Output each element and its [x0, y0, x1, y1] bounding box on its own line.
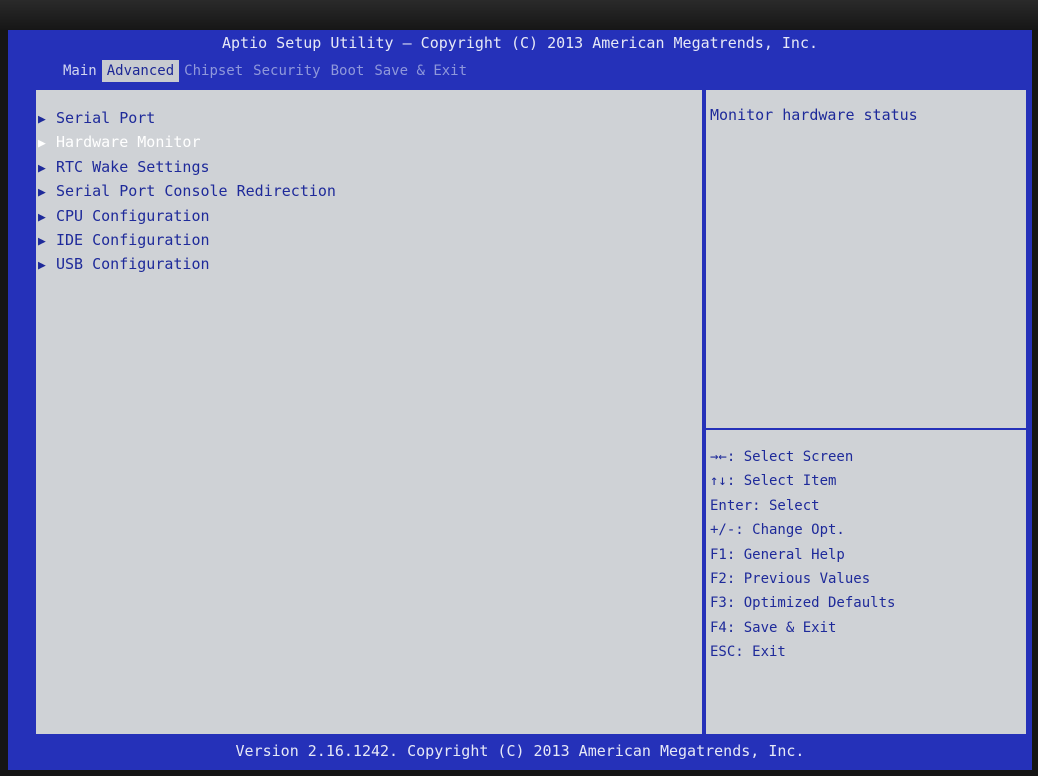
- submenu-arrow-icon: ▶: [38, 209, 46, 225]
- bios-screen: Aptio Setup Utility – Copyright (C) 2013…: [8, 30, 1032, 770]
- menu-item-rtc-wake-settings[interactable]: ▶ RTC Wake Settings: [36, 155, 336, 179]
- submenu-arrow-icon: ▶: [38, 258, 46, 274]
- tab-boot[interactable]: Boot: [326, 60, 370, 82]
- tab-main[interactable]: Main: [58, 60, 102, 82]
- key-f1: F1: General Help: [710, 546, 845, 563]
- submenu-arrow-icon: ▶: [38, 185, 46, 201]
- item-help-text: Monitor hardware status: [710, 106, 918, 124]
- submenu-arrow-icon: ▶: [38, 233, 46, 249]
- key-f2: F2: Previous Values: [710, 570, 871, 587]
- key-select-item: ↑↓: Select Item: [710, 473, 837, 490]
- submenu-arrow-icon: ▶: [38, 136, 46, 152]
- menu-item-label: Serial Port Console Redirection: [56, 182, 336, 201]
- help-panel: Monitor hardware status →←: Select Scree…: [704, 88, 1028, 736]
- submenu-arrow-icon: ▶: [38, 160, 46, 176]
- menu-item-ide-configuration[interactable]: ▶ IDE Configuration: [36, 228, 336, 252]
- settings-panel: ▶ Serial Port ▶ Hardware Monitor ▶ RTC Wake…: [34, 88, 704, 736]
- version-footer: Version 2.16.1242. Copyright (C) 2013 Am…: [235, 742, 805, 760]
- submenu-arrow-icon: ▶: [38, 112, 46, 127]
- key-change-opt: +/-: Change Opt.: [710, 522, 845, 539]
- key-f3: F3: Optimized Defaults: [710, 595, 896, 612]
- tab-chipset[interactable]: Chipset: [179, 60, 248, 82]
- menu-item-hardware-monitor[interactable]: ▶ Hardware Monitor: [36, 130, 336, 154]
- key-select-screen: →←: Select Screen: [710, 449, 854, 465]
- help-divider: [706, 428, 1026, 430]
- menu-item-label: Hardware Monitor: [56, 133, 201, 152]
- advanced-menu: ▶ Serial Port ▶ Hardware Monitor ▶ RTC Wake…: [36, 106, 336, 277]
- tab-save-exit[interactable]: Save & Exit: [369, 60, 472, 82]
- tab-security[interactable]: Security: [248, 60, 325, 82]
- key-f4: F4: Save & Exit: [710, 619, 837, 636]
- menu-item-cpu-configuration[interactable]: ▶ CPU Configuration: [36, 204, 336, 228]
- bios-title: Aptio Setup Utility – Copyright (C) 2013…: [221, 34, 819, 52]
- key-legend: →←: Select Screen ↑↓: Select Item Enter:…: [710, 445, 895, 665]
- monitor-bezel: [0, 0, 1038, 30]
- tab-bar: Main Advanced Chipset Security Boot Save…: [58, 60, 472, 82]
- menu-item-label: CPU Configuration: [56, 206, 210, 225]
- menu-item-label: RTC Wake Settings: [56, 157, 210, 176]
- menu-item-label: IDE Configuration: [56, 230, 210, 249]
- menu-item-serial-port[interactable]: ▶ Serial Port: [36, 106, 336, 130]
- menu-item-label: USB Configuration: [56, 255, 210, 274]
- key-esc: ESC: Exit: [710, 644, 786, 661]
- menu-item-serial-console-redirection[interactable]: ▶ Serial Port Console Redirection: [36, 179, 336, 203]
- key-enter: Enter: Select: [710, 497, 820, 514]
- tab-advanced[interactable]: Advanced: [101, 60, 180, 82]
- menu-item-usb-configuration[interactable]: ▶ USB Configuration: [36, 252, 336, 276]
- menu-item-label: Serial Port: [56, 109, 156, 127]
